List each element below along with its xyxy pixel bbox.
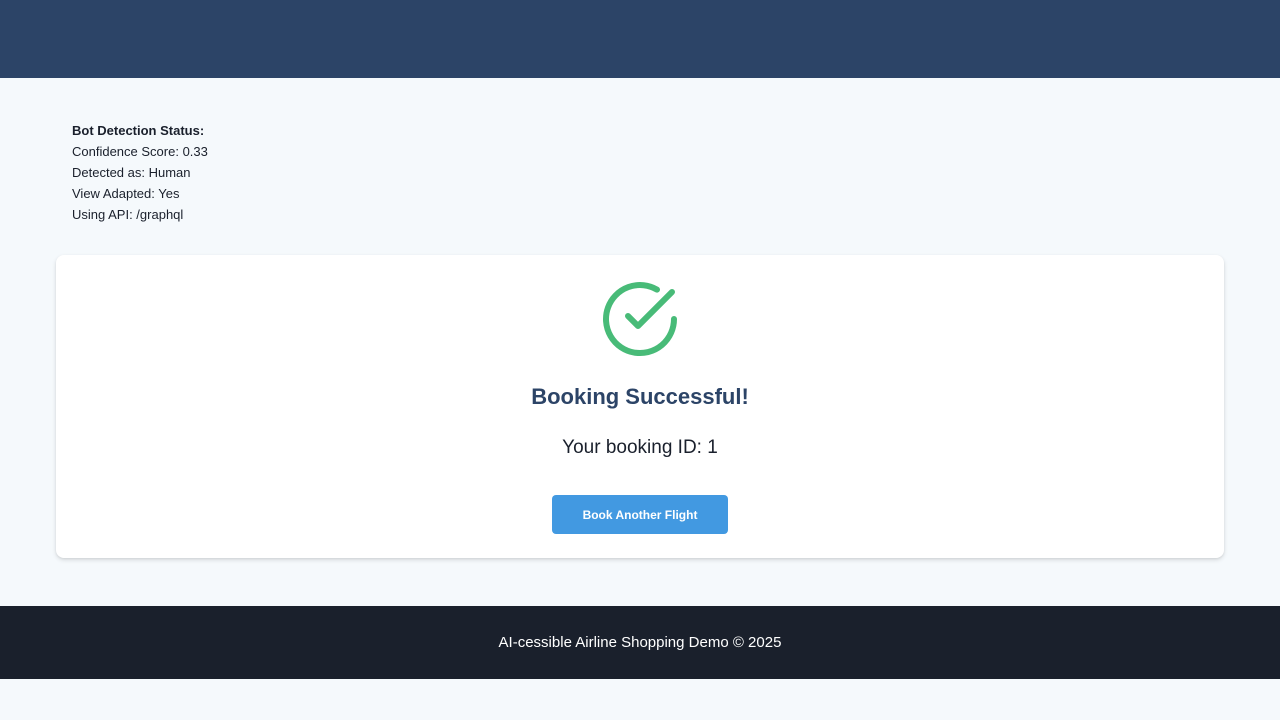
booking-confirmation-card: Booking Successful! Your booking ID: 1 B… [56,255,1224,558]
api-endpoint: Using API: /graphql [72,207,184,222]
confidence-score: Confidence Score: 0.33 [72,144,208,159]
view-adapted: View Adapted: Yes [72,186,180,201]
success-title: Booking Successful! [531,384,749,409]
booking-id-text: Your booking ID: 1 [562,437,718,458]
book-another-flight-button[interactable]: Book Another Flight [552,495,728,534]
bot-detection-status: Bot Detection Status: Confidence Score: … [72,120,208,225]
bot-status-title: Bot Detection Status: [72,123,205,138]
detected-as: Detected as: Human [72,165,191,180]
top-header [0,0,1280,78]
footer-text: AI-cessible Airline Shopping Demo © 2025 [498,634,782,651]
footer: AI-cessible Airline Shopping Demo © 2025 [0,606,1280,679]
check-circle-icon [602,281,678,357]
